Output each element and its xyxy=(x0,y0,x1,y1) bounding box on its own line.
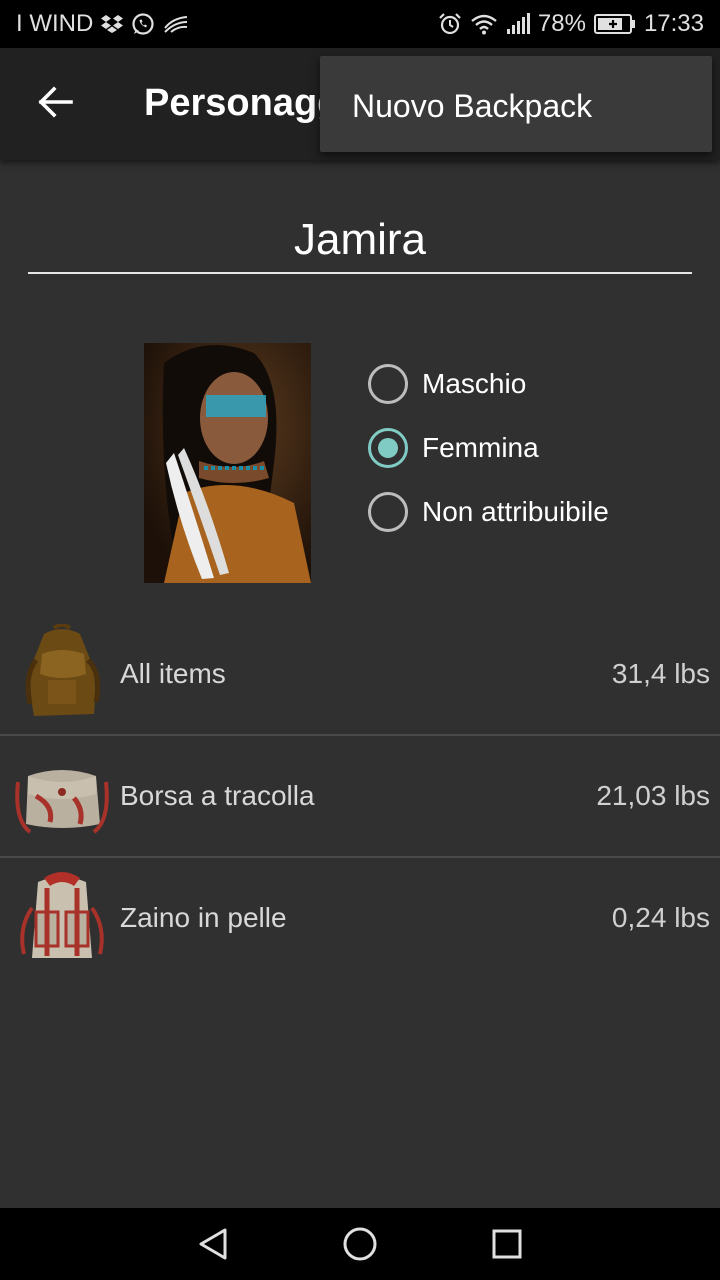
list-item[interactable]: All items 31,4 lbs xyxy=(0,614,720,736)
backpack-list: All items 31,4 lbs Borsa a tracolla 21,0… xyxy=(0,614,720,980)
radio-option-female[interactable]: Femmina xyxy=(368,416,609,480)
battery-icon xyxy=(593,13,636,35)
radio-label-unassigned: Non attribuibile xyxy=(422,496,609,527)
signal-icon xyxy=(506,13,530,35)
radio-button-female[interactable] xyxy=(368,428,408,468)
list-item[interactable]: Zaino in pelle 0,24 lbs xyxy=(0,858,720,980)
character-portrait[interactable] xyxy=(144,343,311,583)
overflow-menu: Nuovo Backpack xyxy=(320,56,712,152)
radio-button-unassigned[interactable] xyxy=(368,492,408,532)
back-button[interactable] xyxy=(20,76,92,132)
recents-square-icon[interactable] xyxy=(477,1214,537,1274)
backpack-name: Borsa a tracolla xyxy=(120,780,315,811)
swype-icon xyxy=(163,14,189,34)
backpack-name: Zaino in pelle xyxy=(120,902,287,933)
shoulder-bag-icon xyxy=(14,746,110,846)
radio-button-male[interactable] xyxy=(368,364,408,404)
backpack-weight: 0,24 lbs xyxy=(611,902,710,933)
backpack-name: All items xyxy=(120,658,226,689)
radio-label-female: Femmina xyxy=(422,432,539,463)
status-bar: I WIND 78% 17:33 xyxy=(0,0,720,48)
system-nav-bar xyxy=(0,1208,720,1280)
status-right: 78% 17:33 xyxy=(438,10,704,38)
battery-percent: 78% xyxy=(537,10,586,37)
gender-radio-group: Maschio Femmina Non attribuibile xyxy=(368,352,609,544)
radio-label-male: Maschio xyxy=(422,368,527,399)
radio-option-male[interactable]: Maschio xyxy=(368,352,609,416)
alarm-icon xyxy=(438,12,462,36)
menu-item-new-backpack[interactable]: Nuovo Backpack xyxy=(320,56,712,125)
backpack-weight: 31,4 lbs xyxy=(611,658,710,689)
clock: 17:33 xyxy=(643,10,704,37)
whatsapp-icon xyxy=(131,12,155,36)
status-left: I WIND xyxy=(16,10,189,38)
character-name-field[interactable]: Jamira xyxy=(28,210,692,274)
list-item[interactable]: Borsa a tracolla 21,03 lbs xyxy=(0,736,720,858)
home-circle-icon[interactable] xyxy=(330,1214,390,1274)
backpack-brown-icon xyxy=(14,623,110,724)
back-triangle-icon[interactable] xyxy=(183,1214,243,1274)
backpack-weight: 21,03 lbs xyxy=(596,780,710,811)
radio-option-unassigned[interactable]: Non attribuibile xyxy=(368,480,609,544)
wifi-icon xyxy=(470,13,498,35)
carrier-label: I WIND xyxy=(16,10,94,37)
leather-backpack-icon xyxy=(14,868,110,968)
arrow-left-icon xyxy=(38,85,74,123)
dropbox-icon xyxy=(101,14,124,34)
